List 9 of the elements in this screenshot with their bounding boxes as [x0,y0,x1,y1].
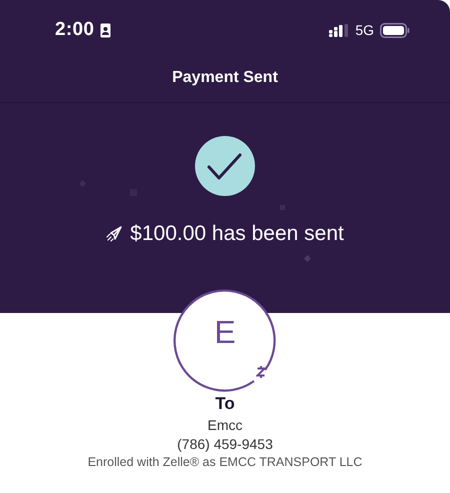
confirmation-message: $100.00 has been sent [130,222,344,246]
screen-title: Payment Sent [172,68,278,87]
recipient-heading: To [215,394,235,414]
recipient-name: Emcc [208,417,242,433]
clock-time: 2:00 [55,19,94,41]
enrollment-note: Enrolled with Zelle® as EMCC TRANSPORT LLC [88,455,362,469]
avatar-initial: E [213,316,237,348]
recipient-phone: (786) 459-9453 [177,436,273,452]
network-label: 5G [355,22,374,38]
